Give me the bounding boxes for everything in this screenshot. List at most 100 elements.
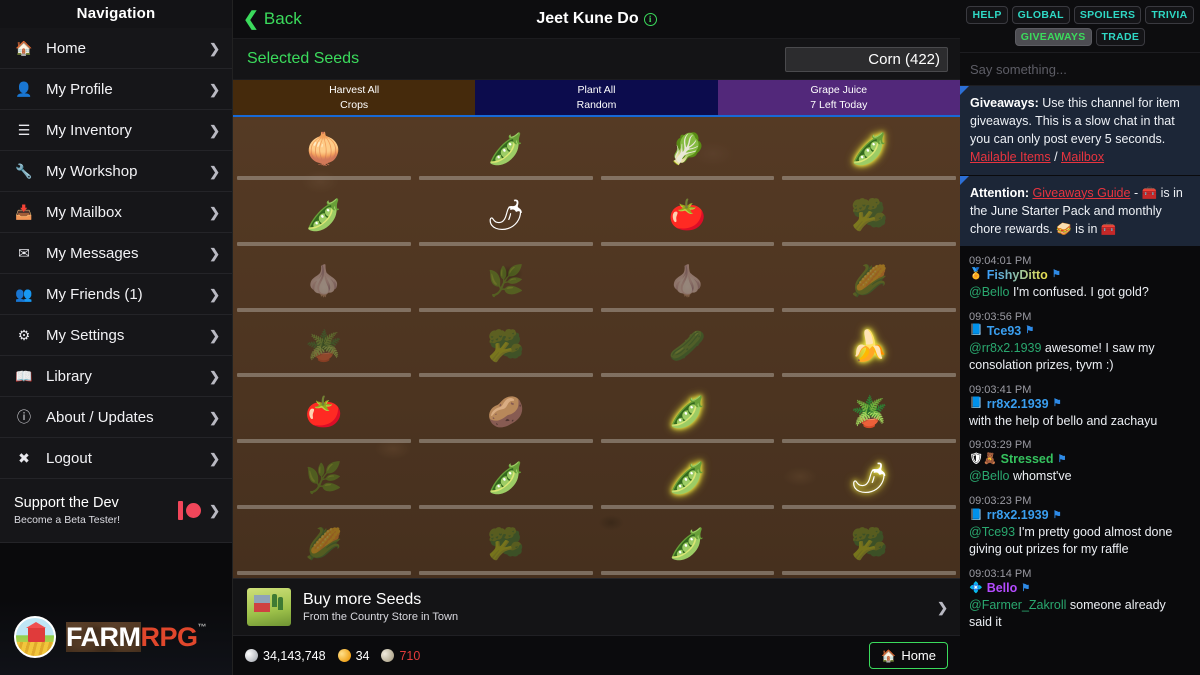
farm-plot[interactable]: 🍅 (597, 183, 779, 249)
farm-plot[interactable]: 🥦 (778, 183, 960, 249)
back-button[interactable]: ❮ Back (233, 9, 302, 29)
farm-plot[interactable]: 🥦 (778, 512, 960, 578)
report-flag-icon[interactable]: ⚑ (1053, 510, 1062, 521)
currency-gold: 34 (335, 647, 369, 664)
sidebar-item-my-profile[interactable]: 👤 My Profile ❯ (0, 69, 232, 110)
farm-plot[interactable]: 🍌 (778, 315, 960, 381)
page-title: Jeet Kune Do i (233, 10, 960, 28)
message-username[interactable]: FishyDitto (987, 268, 1048, 282)
message-username[interactable]: rr8x2.1939 (987, 397, 1049, 411)
farm-plot[interactable]: 🫛 (415, 117, 597, 183)
farm-plot[interactable]: 🌿 (415, 249, 597, 315)
plot-grid: 🧅 🫛 🥬 🫛 🫛 🌶 🍅 🥦 🧄 🌿 🧄 🌽 🪴 🥦 🥒 🍌 🍅 🥔 🫛 🪴 🌿 🫛 🫛 🌶 🌽 🥦 🫛 🥦 (233, 117, 960, 578)
farm-plot[interactable]: 🫛 (233, 183, 415, 249)
farm-plot[interactable]: 🧄 (233, 249, 415, 315)
sidebar-item-about-updates[interactable]: ⓘ About / Updates ❯ (0, 397, 232, 438)
message-mention[interactable]: @Tce93 (969, 525, 1015, 539)
pinned-link-1[interactable]: Giveaways Guide (1033, 186, 1131, 200)
crop-icon-garlic: 🧄 (305, 264, 343, 298)
farm-plot[interactable]: 🥦 (415, 512, 597, 578)
message-text: @Farmer_Zakroll someone already said it (969, 597, 1191, 631)
chat-message: 09:03:29 PM 🛡🧸 Stressed ⚑ @Bello whomst've (960, 435, 1200, 491)
farm-plot[interactable]: 🥦 (415, 315, 597, 381)
sidebar-item-support-the-dev[interactable]: Support the Dev Become a Beta Tester! ❯ (0, 479, 232, 543)
message-mention[interactable]: @Farmer_Zakroll (969, 598, 1066, 612)
pinned-message: Giveaways: Use this channel for item giv… (960, 86, 1200, 176)
farm-plot[interactable]: 🧅 (233, 117, 415, 183)
info-icon: ⓘ (17, 409, 31, 425)
pinned-link-1[interactable]: Mailable Items (970, 150, 1051, 164)
message-username[interactable]: Tce93 (987, 324, 1022, 338)
chat-tabs: HELP GLOBAL SPOILERS TRIVIA GIVEAWAYS TRADE (960, 0, 1200, 53)
info-icon[interactable]: i (643, 12, 657, 26)
sidebar-item-home[interactable]: 🏠 Home ❯ (0, 28, 232, 69)
report-flag-icon[interactable]: ⚑ (1053, 398, 1062, 409)
farm-plot[interactable]: 🥬 (597, 117, 779, 183)
buy-more-seeds-row[interactable]: Buy more Seeds From the Country Store in… (233, 578, 960, 635)
farm-plot[interactable]: 🫛 (597, 446, 779, 512)
sidebar-item-my-messages[interactable]: ✉ My Messages ❯ (0, 233, 232, 274)
sidebar-item-my-settings[interactable]: ⚙ My Settings ❯ (0, 315, 232, 356)
chat-tab-trivia[interactable]: TRIVIA (1145, 6, 1194, 24)
sidebar-item-my-workshop[interactable]: 🔧 My Workshop ❯ (0, 151, 232, 192)
farm-plot[interactable]: 🍅 (233, 380, 415, 446)
farm-plot[interactable]: 🥔 (415, 380, 597, 446)
seed-select-dropdown[interactable]: Corn (422) (785, 46, 948, 72)
farm-plot[interactable]: 🫛 (597, 380, 779, 446)
chat-input[interactable] (970, 61, 1190, 77)
chat-tab-giveaways[interactable]: GIVEAWAYS (1014, 28, 1092, 46)
chat-tab-global[interactable]: GLOBAL (1011, 6, 1070, 24)
action-button-harvest-all[interactable]: Harvest All Crops (233, 80, 476, 117)
chat-tab-help[interactable]: HELP (966, 6, 1008, 24)
farm-plot[interactable]: 🫛 (778, 117, 960, 183)
person-icon: 👤 (15, 81, 33, 97)
chat-tab-spoilers[interactable]: SPOILERS (1073, 6, 1142, 24)
growth-progress-bar (237, 241, 411, 246)
sidebar-item-my-friends-1[interactable]: 👥 My Friends (1) ❯ (0, 274, 232, 315)
home-button[interactable]: 🏠 Home (869, 642, 948, 669)
action-line1: Grape Juice (810, 84, 868, 97)
farm-plot[interactable]: 🥒 (597, 315, 779, 381)
report-flag-icon[interactable]: ⚑ (1057, 454, 1066, 465)
chat-tab-trade[interactable]: TRADE (1095, 28, 1146, 46)
farm-plot[interactable]: 🌶 (415, 183, 597, 249)
farm-plot[interactable]: 🌽 (233, 512, 415, 578)
sidebar-item-my-mailbox[interactable]: 📥 My Mailbox ❯ (0, 192, 232, 233)
chevron-right-icon: ❯ (209, 245, 220, 261)
chevron-right-icon: ❯ (209, 450, 220, 466)
farm-plot[interactable]: 🫛 (597, 512, 779, 578)
sidebar-item-logout[interactable]: ✖ Logout ❯ (0, 438, 232, 479)
action-button-plant-all[interactable]: Plant All Random (475, 80, 718, 117)
sidebar-item-library[interactable]: 📖 Library ❯ (0, 356, 232, 397)
wrench-icon: 🔧 (15, 163, 33, 179)
message-mention[interactable]: @Bello (969, 469, 1010, 483)
growth-progress-bar (782, 570, 956, 575)
message-mention[interactable]: @rr8x2.1939 (969, 341, 1041, 355)
crop-icon-cucumber: 🥒 (668, 330, 707, 364)
report-flag-icon[interactable]: ⚑ (1052, 269, 1061, 280)
farm-plot[interactable]: 🌿 (233, 446, 415, 512)
farm-plot[interactable]: 🌽 (778, 249, 960, 315)
farm-plot[interactable]: 🌶 (778, 446, 960, 512)
pinned-link-2[interactable]: Mailbox (1061, 150, 1104, 164)
action-button-grape-juice[interactable]: Grape Juice 7 Left Today (717, 80, 960, 117)
message-mention[interactable]: @Bello (969, 285, 1010, 299)
user-badge-icon: 📘 (969, 397, 983, 409)
chat-input-row[interactable] (960, 53, 1200, 86)
sidebar-item-my-inventory[interactable]: ☰ My Inventory ❯ (0, 110, 232, 151)
crop-icon-peapod: 🫛 (486, 462, 525, 496)
message-username[interactable]: Bello (987, 581, 1018, 595)
report-flag-icon[interactable]: ⚑ (1025, 325, 1034, 336)
growth-progress-bar (418, 373, 593, 378)
growth-progress-bar (782, 307, 956, 312)
farm-plot[interactable]: 🫛 (415, 446, 597, 512)
chevron-right-icon: ❯ (209, 286, 220, 302)
pinned-messages: Giveaways: Use this channel for item giv… (960, 86, 1200, 247)
farm-plot[interactable]: 🪴 (778, 380, 960, 446)
message-username[interactable]: rr8x2.1939 (987, 508, 1049, 522)
report-flag-icon[interactable]: ⚑ (1021, 583, 1030, 594)
message-username[interactable]: Stressed (1001, 452, 1054, 466)
farm-plot[interactable]: 🧄 (597, 249, 779, 315)
crop-icon-peapod: 🫛 (850, 132, 888, 166)
farm-plot[interactable]: 🪴 (233, 315, 415, 381)
